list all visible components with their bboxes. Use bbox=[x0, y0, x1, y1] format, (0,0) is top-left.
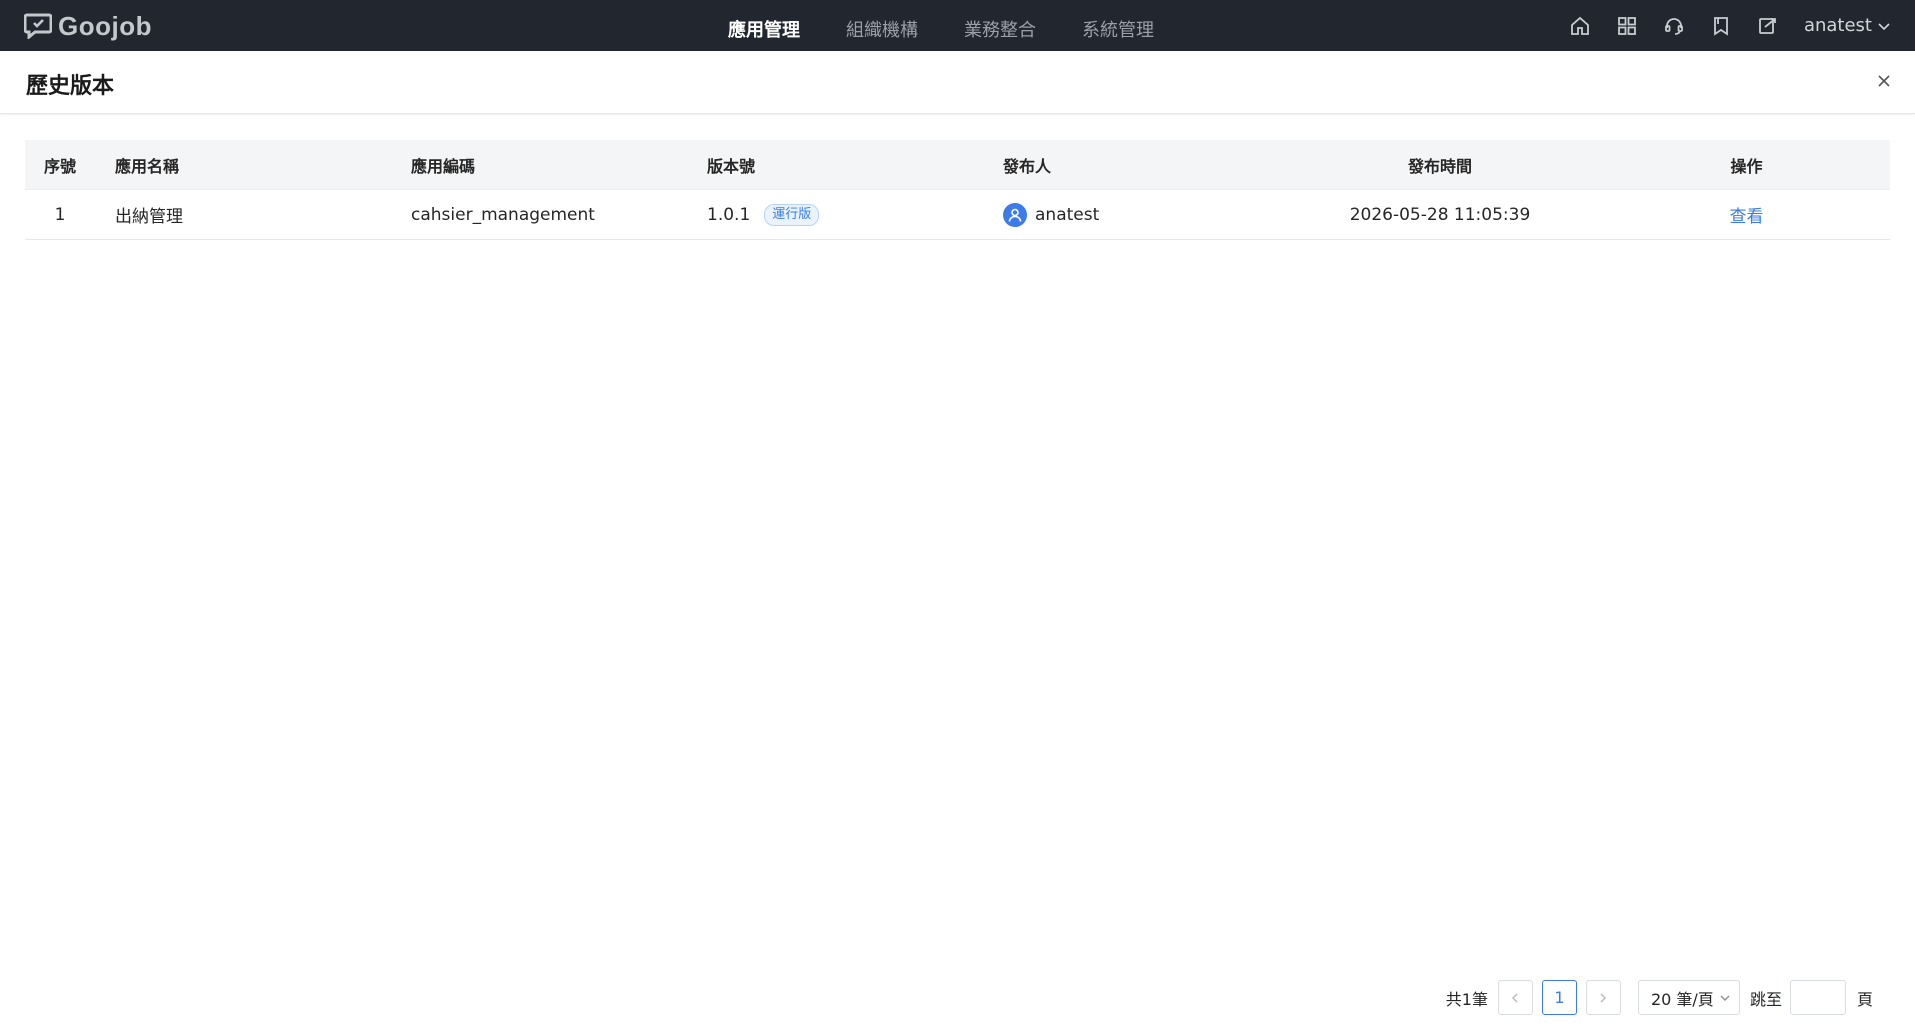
version-number: 1.0.1 bbox=[707, 204, 751, 225]
header-app-name: 應用名稱 bbox=[115, 156, 180, 176]
next-page-button[interactable] bbox=[1585, 980, 1621, 1015]
main-nav: 應用管理 組織機構 業務整合 系統管理 bbox=[728, 0, 1200, 51]
logo-icon bbox=[24, 13, 52, 39]
chevron-down-icon bbox=[1720, 995, 1730, 1001]
header-index: 序號 bbox=[43, 156, 76, 176]
cell-action: 查看 bbox=[1603, 202, 1890, 227]
page-label: 頁 bbox=[1856, 989, 1873, 1009]
top-toolbar: anatest bbox=[1545, 0, 1891, 51]
table-header-row: 序號 應用名稱 應用編碼 版本號 發布人 發布時間 操作 bbox=[25, 140, 1890, 189]
page-size-value: 20 筆/頁 bbox=[1650, 989, 1714, 1009]
user-menu[interactable]: anatest bbox=[1804, 15, 1891, 36]
page-size-select[interactable]: 20 筆/頁 bbox=[1637, 980, 1740, 1015]
cell-app-name: 出納管理 bbox=[115, 207, 183, 227]
header-app-code: 應用編碼 bbox=[411, 156, 476, 176]
jump-label: 跳至 bbox=[1749, 989, 1782, 1009]
header-action: 操作 bbox=[1730, 156, 1763, 176]
cell-version: 1.0.1 運行版 bbox=[687, 203, 983, 226]
page-button-current[interactable]: 1 bbox=[1541, 980, 1577, 1015]
dialog-header: 歷史版本 bbox=[0, 51, 1915, 114]
brand-logo[interactable]: Goojob bbox=[24, 13, 152, 39]
table-row: 1 出納管理 cahsier_management 1.0.1 運行版 anat… bbox=[25, 189, 1890, 240]
username: anatest bbox=[1803, 15, 1872, 36]
jump-page-input[interactable] bbox=[1789, 980, 1846, 1015]
header-publisher: 發布人 bbox=[1003, 156, 1052, 176]
chevron-down-icon bbox=[1878, 22, 1890, 30]
edit-export-icon[interactable] bbox=[1756, 14, 1780, 38]
brand-name: Goojob bbox=[58, 11, 152, 41]
chevron-left-icon bbox=[1512, 992, 1518, 1003]
version-status-badge: 運行版 bbox=[764, 203, 820, 226]
header-version: 版本號 bbox=[707, 156, 756, 176]
view-link[interactable]: 查看 bbox=[1730, 207, 1764, 227]
chevron-right-icon bbox=[1600, 992, 1607, 1003]
avatar bbox=[1003, 202, 1027, 227]
close-icon[interactable] bbox=[1873, 70, 1895, 92]
dialog-title: 歷史版本 bbox=[26, 74, 115, 99]
home-icon[interactable] bbox=[1568, 14, 1592, 38]
nav-item-app-management[interactable]: 應用管理 bbox=[728, 0, 800, 51]
cell-publisher: anatest bbox=[983, 202, 1277, 227]
header-publish-time: 發布時間 bbox=[1407, 156, 1472, 176]
cell-publish-time: 2026-05-28 11:05:39 bbox=[1349, 204, 1531, 225]
pagination: 共1筆 1 20 筆/頁 跳至 頁 bbox=[1446, 979, 1873, 1016]
bookmark-icon[interactable] bbox=[1709, 14, 1733, 38]
cell-index: 1 bbox=[54, 204, 66, 225]
version-history-table: 序號 應用名稱 應用編碼 版本號 發布人 發布時間 操作 1 出納管理 cahs… bbox=[25, 140, 1890, 240]
prev-page-button[interactable] bbox=[1497, 980, 1533, 1015]
nav-item-system-management[interactable]: 系統管理 bbox=[1082, 0, 1154, 51]
user-icon bbox=[1008, 208, 1022, 222]
cell-app-code: cahsier_management bbox=[411, 204, 595, 225]
publisher-name: anatest bbox=[1035, 204, 1100, 225]
top-navigation-bar: Goojob 應用管理 組織機構 業務整合 系統管理 anatest bbox=[0, 0, 1915, 51]
total-count: 共1筆 bbox=[1445, 989, 1488, 1009]
support-headset-icon[interactable] bbox=[1662, 14, 1686, 38]
nav-item-organization[interactable]: 組織機構 bbox=[846, 0, 918, 51]
apps-grid-icon[interactable] bbox=[1615, 14, 1639, 38]
nav-item-business-integration[interactable]: 業務整合 bbox=[964, 0, 1036, 51]
